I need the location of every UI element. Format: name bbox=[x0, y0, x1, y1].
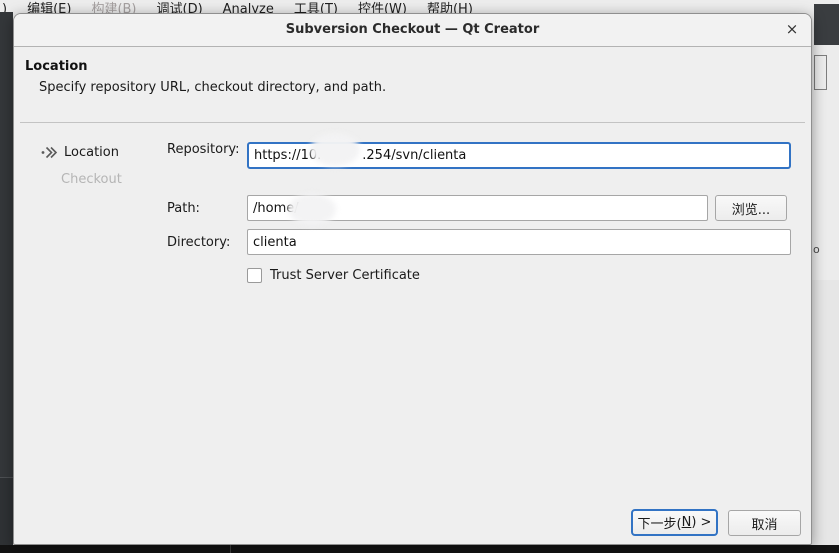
background-text-fragment: o bbox=[813, 243, 820, 256]
bottom-strip-divider bbox=[230, 545, 231, 553]
directory-input[interactable]: clienta bbox=[247, 229, 791, 255]
directory-label: Directory: bbox=[167, 235, 231, 250]
trust-server-certificate-label[interactable]: Trust Server Certificate bbox=[270, 268, 420, 283]
repository-redaction-blur bbox=[310, 133, 360, 166]
wizard-step-checkout-label: Checkout bbox=[61, 172, 122, 187]
next-button[interactable]: 下一步(N) > bbox=[631, 509, 718, 536]
dialog-titlebar[interactable]: Subversion Checkout — Qt Creator × bbox=[14, 14, 811, 47]
wizard-step-location-label: Location bbox=[64, 145, 119, 160]
cancel-button[interactable]: 取消 bbox=[728, 510, 801, 536]
repository-label: Repository: bbox=[167, 142, 240, 157]
path-redaction-blur bbox=[288, 194, 336, 225]
page-subtitle: Specify repository URL, checkout directo… bbox=[39, 80, 387, 95]
background-scrollbar-fragment bbox=[814, 55, 827, 90]
menu-item[interactable]: 编辑(E) bbox=[27, 2, 71, 13]
background-bottom-strip bbox=[0, 545, 839, 553]
menu-item[interactable]: 帮助(H) bbox=[427, 2, 473, 13]
trust-server-certificate-checkbox[interactable] bbox=[247, 268, 262, 283]
screen: ) 编辑(E) 构建(B) 调试(D) Analyze 工具(T) 控件(W) 帮助(H) o… bbox=[0, 0, 839, 553]
path-label: Path: bbox=[167, 201, 200, 216]
browse-button[interactable]: 浏览... bbox=[715, 195, 787, 221]
background-dark-block bbox=[814, 4, 839, 45]
next-button-text-pre: 下一步( bbox=[637, 517, 682, 532]
next-button-accel: N bbox=[681, 515, 692, 530]
right-strip-shade bbox=[812, 280, 839, 553]
step-arrow-icon bbox=[41, 146, 58, 159]
next-button-text-post: ) > bbox=[691, 515, 712, 530]
background-menubar: ) 编辑(E) 构建(B) 调试(D) Analyze 工具(T) 控件(W) 帮助(H) bbox=[0, 0, 839, 13]
background-right-strip: o bbox=[812, 45, 839, 553]
wizard-step-location: Location bbox=[41, 145, 119, 160]
close-icon[interactable]: × bbox=[781, 14, 803, 46]
header-separator bbox=[20, 122, 805, 123]
menu-item[interactable]: 调试(D) bbox=[157, 2, 203, 13]
page-title: Location bbox=[25, 59, 88, 74]
repository-value-suffix: .254/svn/clienta bbox=[362, 148, 467, 163]
background-left-strip bbox=[0, 12, 13, 553]
menu-item[interactable]: 构建(B) bbox=[91, 2, 136, 13]
left-strip-lower bbox=[0, 478, 13, 553]
menu-item[interactable]: 工具(T) bbox=[294, 2, 338, 13]
menu-item[interactable]: 控件(W) bbox=[358, 2, 407, 13]
subversion-checkout-dialog: Subversion Checkout — Qt Creator × Locat… bbox=[13, 13, 812, 545]
menu-item[interactable]: Analyze bbox=[223, 2, 274, 13]
dialog-title: Subversion Checkout — Qt Creator bbox=[285, 22, 540, 37]
